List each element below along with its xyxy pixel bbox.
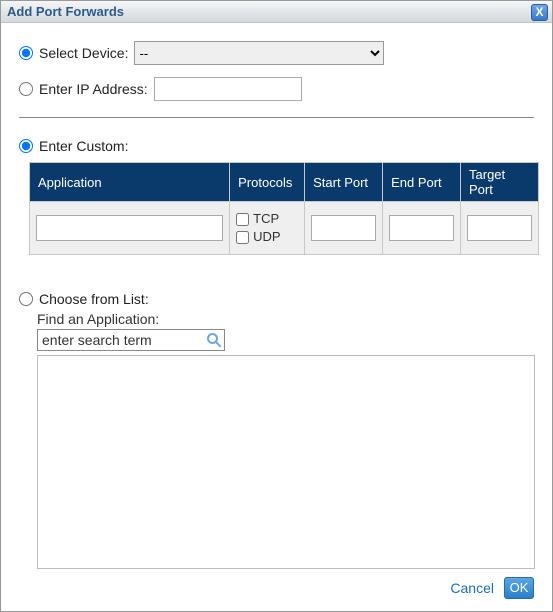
enter-custom-radio[interactable] xyxy=(19,139,33,153)
dialog-title: Add Port Forwards xyxy=(7,4,124,19)
separator xyxy=(19,117,534,118)
dialog-footer: Cancel OK xyxy=(19,569,534,603)
ok-button[interactable]: OK xyxy=(504,577,534,599)
select-device-row: Select Device: -- xyxy=(19,41,534,65)
udp-checkbox[interactable] xyxy=(236,231,249,244)
cancel-button[interactable]: Cancel xyxy=(450,580,494,596)
device-select[interactable]: -- xyxy=(134,41,384,65)
tcp-label: TCP xyxy=(253,211,279,226)
titlebar: Add Port Forwards X xyxy=(1,1,552,23)
udp-label: UDP xyxy=(253,229,280,244)
start-port-input[interactable] xyxy=(311,215,376,241)
find-application-label: Find an Application: xyxy=(37,311,534,327)
table-row: TCP UDP xyxy=(30,202,539,255)
target-port-input[interactable] xyxy=(467,215,532,241)
choose-from-list-label: Choose from List: xyxy=(39,291,149,307)
tcp-checkbox[interactable] xyxy=(236,213,249,226)
custom-ports-table: Application Protocols Start Port End Por… xyxy=(29,162,539,255)
search-wrap xyxy=(37,329,225,351)
application-input[interactable] xyxy=(36,215,223,241)
header-start-port: Start Port xyxy=(305,163,383,202)
enter-ip-label: Enter IP Address: xyxy=(39,81,148,97)
enter-custom-label: Enter Custom: xyxy=(39,138,128,154)
ip-address-input[interactable] xyxy=(154,77,302,101)
choose-from-list-radio[interactable] xyxy=(19,292,33,306)
search-input[interactable] xyxy=(37,329,225,351)
enter-custom-row: Enter Custom: xyxy=(19,138,534,154)
dialog-content: Select Device: -- Enter IP Address: Ente… xyxy=(1,23,552,611)
add-port-forwards-dialog: Add Port Forwards X Select Device: -- En… xyxy=(0,0,553,612)
select-device-label: Select Device: xyxy=(39,45,128,61)
protocols-cell: TCP UDP xyxy=(230,202,305,255)
enter-ip-radio[interactable] xyxy=(19,82,33,96)
header-end-port: End Port xyxy=(383,163,461,202)
results-list[interactable] xyxy=(37,355,535,569)
end-port-input[interactable] xyxy=(389,215,454,241)
header-protocols: Protocols xyxy=(230,163,305,202)
close-icon[interactable]: X xyxy=(531,4,548,21)
header-application: Application xyxy=(30,163,230,202)
select-device-radio[interactable] xyxy=(19,46,33,60)
choose-from-list-row: Choose from List: xyxy=(19,291,534,307)
header-target-port: Target Port xyxy=(461,163,539,202)
enter-ip-row: Enter IP Address: xyxy=(19,77,534,101)
